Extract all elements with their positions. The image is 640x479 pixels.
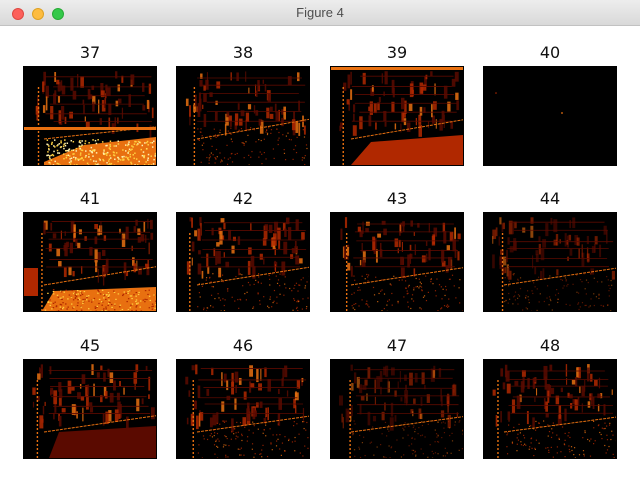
subplot: 41 bbox=[23, 188, 157, 312]
feature-map-image bbox=[176, 66, 310, 166]
subplot-title: 38 bbox=[232, 43, 254, 62]
feature-map-graphic bbox=[331, 67, 463, 165]
window-title: Figure 4 bbox=[296, 5, 344, 20]
subplot-title: 46 bbox=[232, 336, 254, 355]
subplot: 43 bbox=[330, 188, 464, 312]
feature-map-image bbox=[176, 359, 310, 459]
figure-canvas: 37 38 39 40 41 42 43 44 45 46 47 48 bbox=[0, 26, 640, 479]
subplot: 46 bbox=[176, 335, 310, 459]
feature-map-graphic bbox=[484, 360, 616, 458]
subplot-title: 39 bbox=[386, 43, 408, 62]
subplot: 40 bbox=[483, 42, 617, 166]
feature-map-image bbox=[23, 212, 157, 312]
feature-map-image bbox=[483, 212, 617, 312]
feature-map-image bbox=[23, 359, 157, 459]
feature-map-image bbox=[330, 212, 464, 312]
subplot-title: 40 bbox=[539, 43, 561, 62]
figure-window: Figure 4 37 38 39 40 41 42 43 44 45 46 47 48 bbox=[0, 0, 640, 479]
feature-map-image bbox=[330, 66, 464, 166]
feature-map-graphic bbox=[484, 213, 616, 311]
subplot: 37 bbox=[23, 42, 157, 166]
subplot-title: 47 bbox=[386, 336, 408, 355]
feature-map-graphic bbox=[331, 360, 463, 458]
feature-map-image bbox=[330, 359, 464, 459]
feature-map-image bbox=[23, 66, 157, 166]
subplot: 42 bbox=[176, 188, 310, 312]
subplot-title: 48 bbox=[539, 336, 561, 355]
feature-map-graphic bbox=[24, 360, 156, 458]
feature-map-graphic bbox=[177, 67, 309, 165]
subplot-title: 45 bbox=[79, 336, 101, 355]
feature-map-image bbox=[483, 359, 617, 459]
subplot-title: 37 bbox=[79, 43, 101, 62]
feature-map-graphic bbox=[24, 67, 156, 165]
feature-map-graphic bbox=[331, 213, 463, 311]
feature-map-graphic bbox=[177, 213, 309, 311]
feature-map-graphic bbox=[484, 67, 616, 165]
feature-map-graphic bbox=[24, 213, 156, 311]
subplot: 48 bbox=[483, 335, 617, 459]
subplot: 47 bbox=[330, 335, 464, 459]
subplot: 44 bbox=[483, 188, 617, 312]
feature-map-image bbox=[176, 212, 310, 312]
subplot: 45 bbox=[23, 335, 157, 459]
subplot: 38 bbox=[176, 42, 310, 166]
subplot: 39 bbox=[330, 42, 464, 166]
title-bar[interactable]: Figure 4 bbox=[0, 0, 640, 26]
subplot-title: 43 bbox=[386, 189, 408, 208]
feature-map-image bbox=[483, 66, 617, 166]
feature-map-graphic bbox=[177, 360, 309, 458]
subplot-title: 42 bbox=[232, 189, 254, 208]
subplot-title: 44 bbox=[539, 189, 561, 208]
subplot-title: 41 bbox=[79, 189, 101, 208]
